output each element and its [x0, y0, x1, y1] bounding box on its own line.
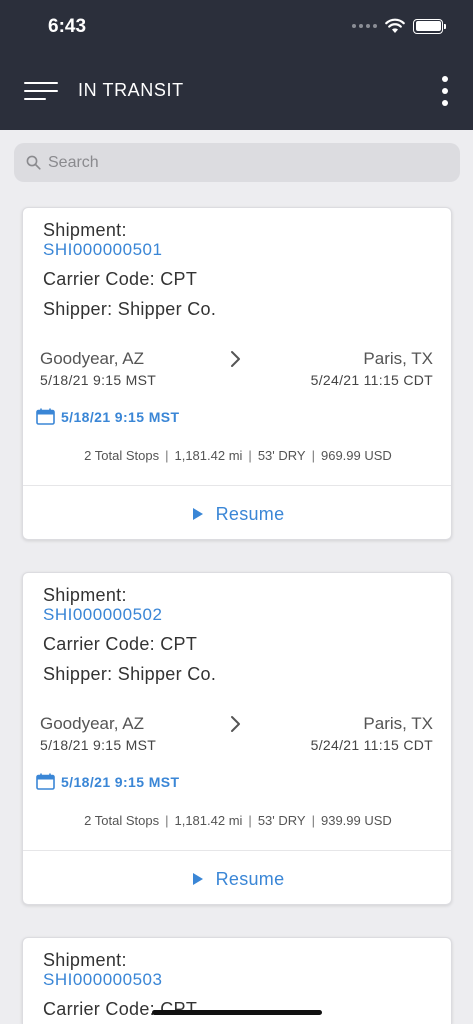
carrier-code-value: CPT	[160, 269, 198, 289]
shipment-card[interactable]: Shipment: SHI000000501 Carrier Code: CPT…	[22, 207, 452, 540]
equipment: 53' DRY	[257, 813, 306, 828]
amount: 939.99 USD	[320, 813, 392, 828]
page-title: IN TRANSIT	[78, 80, 184, 100]
shipment-label: Shipment:	[43, 950, 127, 970]
home-indicator[interactable]	[152, 1010, 322, 1015]
shipment-card[interactable]: Shipment: SHI000000502 Carrier Code: CPT…	[22, 572, 452, 905]
destination-city: Paris, TX	[363, 714, 433, 733]
cellular-signal-icon	[352, 24, 377, 28]
shipment-id-link[interactable]: SHI000000502	[43, 605, 162, 625]
shipper-label: Shipper:	[43, 664, 113, 684]
carrier-code-value: CPT	[160, 999, 198, 1019]
menu-button[interactable]	[24, 80, 60, 102]
destination-city: Paris, TX	[363, 349, 433, 368]
resume-button[interactable]: Resume	[23, 487, 451, 539]
resume-label: Resume	[215, 868, 285, 889]
status-time: 6:43	[48, 16, 87, 37]
chevron-right-icon	[231, 716, 240, 732]
shipper-row: Shipper: Shipper Co.	[43, 299, 216, 320]
carrier-code-row: Carrier Code: CPT	[43, 634, 197, 655]
chevron-right-icon	[231, 351, 240, 367]
wifi-icon	[385, 18, 405, 33]
status-icons	[352, 18, 446, 34]
calendar-icon	[36, 773, 55, 790]
vertical-more-icon	[442, 76, 448, 82]
carrier-code-label: Carrier Code:	[43, 269, 155, 289]
appointment: 5/18/21 9:15 MST	[36, 408, 179, 425]
amount: 969.99 USD	[320, 448, 392, 463]
carrier-code-label: Carrier Code:	[43, 634, 155, 654]
shipper-value: Shipper Co.	[117, 664, 217, 684]
appointment: 5/18/21 9:15 MST	[36, 773, 179, 790]
appointment-datetime: 5/18/21 9:15 MST	[61, 773, 180, 790]
shipper-row: Shipper: Shipper Co.	[43, 664, 216, 685]
distance: 1,181.42 mi	[174, 448, 243, 463]
divider	[23, 850, 451, 851]
carrier-code-label: Carrier Code:	[43, 999, 155, 1019]
shipper-label: Shipper:	[43, 299, 113, 319]
app-header: 6:43 IN TRANSIT	[0, 0, 473, 130]
resume-label: Resume	[215, 503, 285, 524]
total-stops: 2 Total Stops	[84, 448, 160, 463]
shipment-id-link[interactable]: SHI000000503	[43, 970, 162, 990]
distance: 1,181.42 mi	[174, 813, 243, 828]
appointment-datetime: 5/18/21 9:15 MST	[61, 408, 180, 425]
carrier-code-row: Carrier Code: CPT	[43, 269, 197, 290]
origin-city: Goodyear, AZ	[40, 349, 144, 368]
equipment: 53' DRY	[257, 448, 306, 463]
search-bar[interactable]	[14, 143, 460, 182]
resume-button[interactable]: Resume	[23, 852, 451, 904]
more-options-button[interactable]	[437, 76, 453, 106]
origin-datetime: 5/18/21 9:15 MST	[40, 372, 157, 388]
play-icon	[192, 508, 203, 520]
shipment-summary: 2 Total Stops | 1,181.42 mi | 53' DRY | 969.99…	[84, 448, 392, 463]
search-input[interactable]	[48, 153, 428, 172]
shipment-summary: 2 Total Stops | 1,181.42 mi | 53' DRY | 939.99…	[84, 813, 392, 828]
play-icon	[192, 873, 203, 885]
divider	[23, 485, 451, 486]
calendar-icon	[36, 408, 55, 425]
battery-icon	[413, 18, 446, 34]
destination-datetime: 5/24/21 11:15 CDT	[310, 737, 433, 753]
origin-city: Goodyear, AZ	[40, 714, 144, 733]
hamburger-menu-icon	[24, 82, 58, 84]
shipment-label: Shipment:	[43, 585, 127, 605]
destination-datetime: 5/24/21 11:15 CDT	[310, 372, 433, 388]
total-stops: 2 Total Stops	[84, 813, 160, 828]
carrier-code-value: CPT	[160, 634, 198, 654]
shipment-label: Shipment:	[43, 220, 127, 240]
search-icon	[26, 155, 41, 170]
shipment-id-link[interactable]: SHI000000501	[43, 240, 162, 260]
origin-datetime: 5/18/21 9:15 MST	[40, 737, 157, 753]
shipper-value: Shipper Co.	[117, 299, 217, 319]
